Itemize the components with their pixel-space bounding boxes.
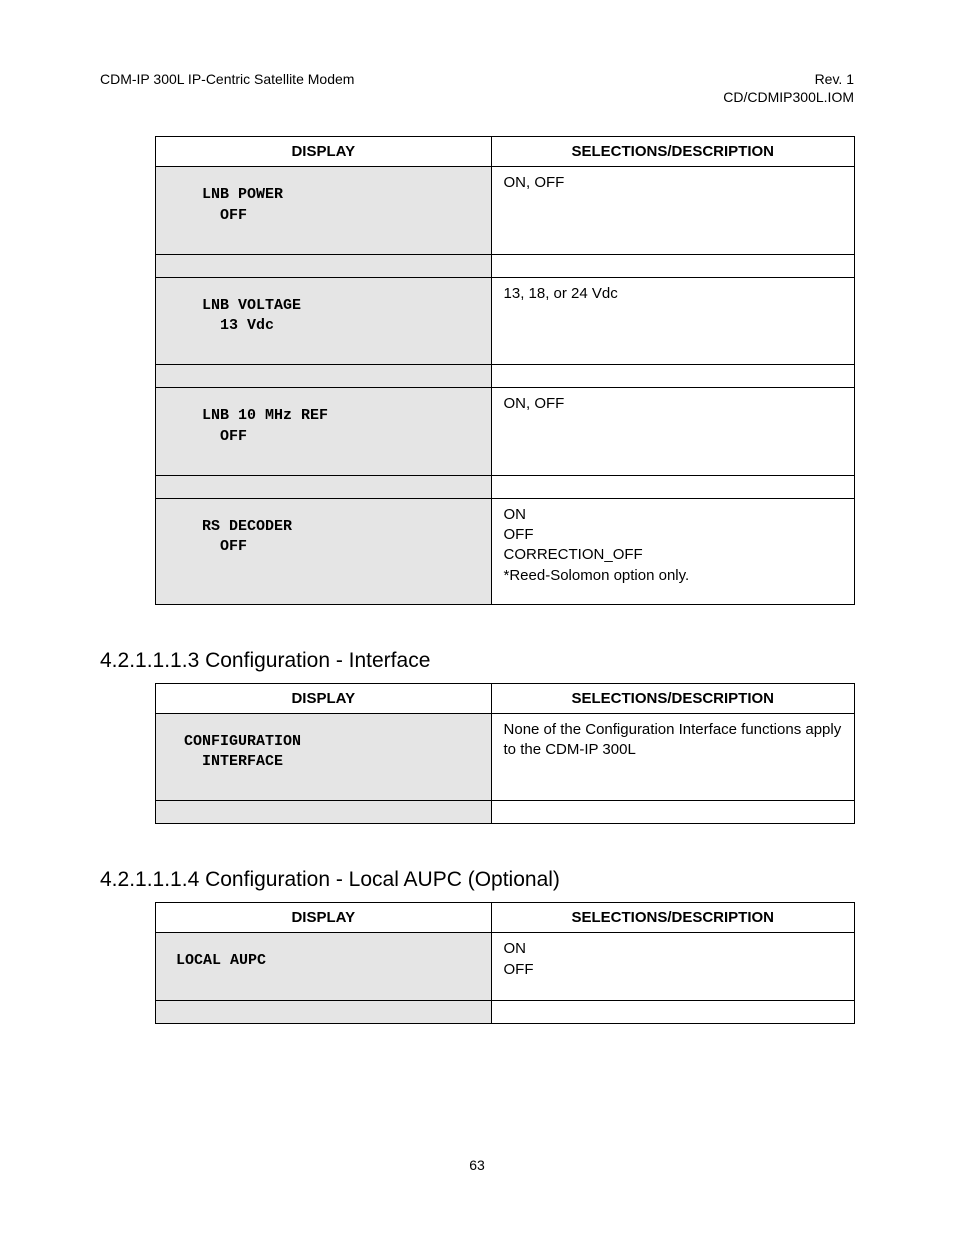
page-header: CDM-IP 300L IP-Centric Satellite Modem R…	[100, 70, 854, 106]
spacer-row	[156, 1000, 855, 1023]
page-number: 63	[0, 1157, 954, 1173]
spacer-row	[156, 801, 855, 824]
th-display: DISPLAY	[156, 903, 492, 933]
table-display-3: DISPLAY SELECTIONS/DESCRIPTION LOCAL AUP…	[155, 902, 855, 1023]
display-cell: LNB 10 MHz REF OFF	[156, 388, 492, 476]
th-desc: SELECTIONS/DESCRIPTION	[491, 903, 854, 933]
spacer-row	[156, 475, 855, 498]
table-row: LNB POWER OFF ON, OFF	[156, 167, 855, 255]
spacer-row	[156, 365, 855, 388]
desc-cell: 13, 18, or 24 Vdc	[491, 277, 854, 365]
table-row: LNB 10 MHz REF OFF ON, OFF	[156, 388, 855, 476]
display-cell: LNB VOLTAGE 13 Vdc	[156, 277, 492, 365]
th-display: DISPLAY	[156, 683, 492, 713]
table-row: CONFIGURATION INTERFACE None of the Conf…	[156, 713, 855, 801]
desc-cell: ON OFF CORRECTION_OFF *Reed-Solomon opti…	[491, 498, 854, 604]
desc-cell: ON, OFF	[491, 388, 854, 476]
th-display: DISPLAY	[156, 137, 492, 167]
spacer-row	[156, 254, 855, 277]
header-left: CDM-IP 300L IP-Centric Satellite Modem	[100, 70, 354, 106]
desc-cell: ON, OFF	[491, 167, 854, 255]
section-heading-interface: 4.2.1.1.1.3 Configuration - Interface	[100, 649, 854, 673]
desc-cell: ON OFF	[491, 933, 854, 1000]
th-desc: SELECTIONS/DESCRIPTION	[491, 137, 854, 167]
display-cell: LOCAL AUPC	[156, 933, 492, 1000]
table-display-2: DISPLAY SELECTIONS/DESCRIPTION CONFIGURA…	[155, 683, 855, 825]
table-display-1: DISPLAY SELECTIONS/DESCRIPTION LNB POWER…	[155, 136, 855, 605]
display-cell: LNB POWER OFF	[156, 167, 492, 255]
desc-cell: None of the Configuration Interface func…	[491, 713, 854, 801]
header-doc: CD/CDMIP300L.IOM	[723, 88, 854, 106]
display-cell: RS DECODER OFF	[156, 498, 492, 604]
table-row: LOCAL AUPC ON OFF	[156, 933, 855, 1000]
th-desc: SELECTIONS/DESCRIPTION	[491, 683, 854, 713]
table-row: RS DECODER OFF ON OFF CORRECTION_OFF *Re…	[156, 498, 855, 604]
table-row: LNB VOLTAGE 13 Vdc 13, 18, or 24 Vdc	[156, 277, 855, 365]
header-rev: Rev. 1	[723, 70, 854, 88]
section-heading-aupc: 4.2.1.1.1.4 Configuration - Local AUPC (…	[100, 868, 854, 892]
display-cell: CONFIGURATION INTERFACE	[156, 713, 492, 801]
